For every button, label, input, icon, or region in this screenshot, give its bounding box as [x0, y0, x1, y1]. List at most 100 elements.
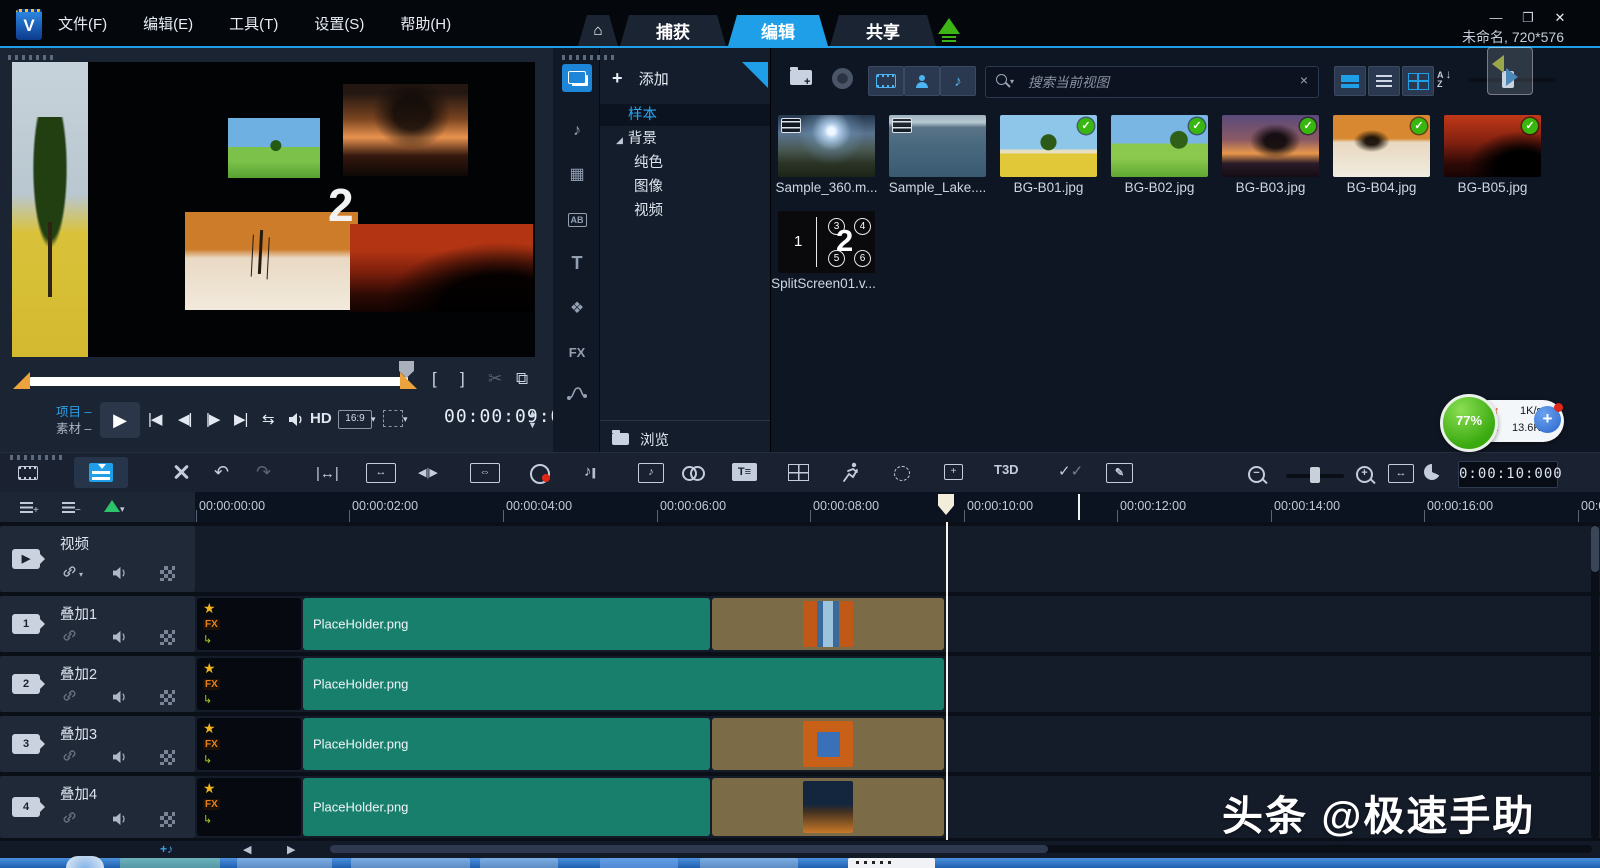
- library-item-thumb[interactable]: [778, 115, 875, 177]
- track-header-overlay3[interactable]: 3 叠加3: [0, 716, 195, 772]
- chroma-key-dropdown-icon[interactable]: ▾: [104, 500, 125, 515]
- link-dropdown-icon[interactable]: ▾: [79, 570, 83, 579]
- link-icon[interactable]: [62, 810, 77, 828]
- close-button[interactable]: ✕: [1548, 8, 1572, 28]
- minimize-button[interactable]: —: [1484, 8, 1508, 28]
- tab-edit[interactable]: 编辑: [728, 15, 828, 46]
- playhead-line[interactable]: [946, 522, 948, 840]
- fit-project-icon[interactable]: |↔|: [316, 465, 339, 482]
- mute-icon[interactable]: [112, 690, 128, 707]
- fit-timeline-icon[interactable]: ↔: [1388, 464, 1414, 483]
- panel-grip[interactable]: [8, 55, 56, 60]
- motion-tracking-icon[interactable]: [840, 461, 862, 486]
- tab-capture[interactable]: 捕获: [620, 15, 726, 46]
- filter-photos-button[interactable]: [904, 66, 940, 96]
- sound-mixer-icon[interactable]: ♪|||: [584, 463, 594, 480]
- aspect-ratio-select[interactable]: 16:9: [338, 410, 372, 429]
- clip-placeholder[interactable]: PlaceHolder.png: [303, 718, 710, 770]
- link-icon[interactable]: [62, 748, 77, 766]
- nav-item-sample[interactable]: 样本: [600, 104, 798, 126]
- audio-gallery-icon[interactable]: ♪: [562, 118, 592, 146]
- overlay-gallery-icon[interactable]: ❖: [562, 296, 592, 324]
- track-header-overlay2[interactable]: 2 叠加2: [0, 656, 195, 712]
- split-screen-icon[interactable]: [788, 464, 809, 484]
- menu-help[interactable]: 帮助(H): [400, 13, 451, 34]
- mask-creator-icon[interactable]: [894, 466, 910, 484]
- nav-item-background[interactable]: ◢背景: [600, 128, 786, 150]
- tool-dropdown-icon[interactable]: ▾: [403, 414, 408, 425]
- clip-customized[interactable]: ★ FX ↳: [197, 658, 301, 710]
- zoom-in-icon[interactable]: +: [1356, 466, 1373, 483]
- tab-share[interactable]: 共享: [830, 15, 936, 46]
- video-track-lane[interactable]: [195, 526, 1600, 592]
- clip-placeholder[interactable]: PlaceHolder.png: [303, 778, 710, 836]
- timeline-view-button[interactable]: [74, 457, 128, 488]
- track-transparency-icon[interactable]: [160, 690, 175, 705]
- instant-project-icon[interactable]: ▦: [562, 162, 592, 190]
- mute-icon[interactable]: [112, 566, 128, 583]
- duration-clock-icon[interactable]: [1424, 464, 1440, 480]
- view-list-button[interactable]: [1368, 66, 1400, 96]
- aspect-dropdown-icon[interactable]: ▾: [371, 414, 376, 425]
- play-button[interactable]: ▶: [100, 402, 140, 438]
- volume-icon[interactable]: [288, 412, 305, 430]
- clip-customized[interactable]: ★ FX ↳: [197, 598, 301, 650]
- split-clip-icon[interactable]: ✂: [488, 369, 502, 389]
- pin-panel-icon[interactable]: [742, 62, 768, 88]
- import-media-icon[interactable]: +: [790, 70, 812, 88]
- track-header-overlay1[interactable]: 1 叠加1: [0, 596, 195, 652]
- track-manager-add-icon[interactable]: +: [20, 501, 39, 516]
- link-icon[interactable]: [62, 628, 77, 646]
- view-detail-button[interactable]: [1334, 66, 1366, 96]
- taskbar-app-button[interactable]: [120, 858, 220, 868]
- menu-file[interactable]: 文件(F): [58, 13, 107, 34]
- menu-tools[interactable]: 工具(T): [229, 13, 278, 34]
- filter-audio-button[interactable]: ♪: [940, 66, 976, 96]
- search-clear-icon[interactable]: ×: [1300, 72, 1308, 88]
- scroll-left-icon[interactable]: ◀: [243, 843, 251, 856]
- clip-placeholder[interactable]: PlaceHolder.png: [303, 598, 710, 650]
- next-frame-icon[interactable]: |▶: [206, 410, 219, 428]
- scroll-right-icon[interactable]: ▶: [287, 843, 295, 856]
- skip-end-icon[interactable]: ▶|: [234, 410, 247, 428]
- tracks-vertical-scroll-thumb[interactable]: [1591, 526, 1599, 572]
- screenshot-floating-widget[interactable]: [1487, 47, 1533, 95]
- panel-grip[interactable]: [10, 455, 62, 460]
- filter-videos-button[interactable]: [868, 66, 904, 96]
- restore-button[interactable]: ❐: [1516, 8, 1540, 28]
- library-item-thumb[interactable]: 1 3 4 2 5 6: [778, 211, 875, 273]
- loop-icon[interactable]: ⇆: [262, 410, 275, 428]
- auto-music-icon[interactable]: ♪: [638, 463, 664, 483]
- skip-start-icon[interactable]: |◀: [148, 410, 161, 428]
- library-item-thumb[interactable]: ✓: [1444, 115, 1541, 177]
- transition-gallery-icon[interactable]: AB: [562, 206, 592, 234]
- view-grid-button[interactable]: [1402, 66, 1434, 96]
- selection-tool[interactable]: [383, 410, 403, 427]
- panel-grip[interactable]: [562, 55, 614, 60]
- mute-icon[interactable]: [112, 630, 128, 647]
- mode-clip[interactable]: 素材 –: [56, 421, 91, 437]
- sort-icon[interactable]: A↓ Z: [1437, 70, 1459, 92]
- multi-trim-icon[interactable]: ✎: [1106, 463, 1133, 483]
- record-capture-icon[interactable]: [832, 68, 853, 89]
- track-manager-remove-icon[interactable]: −: [62, 501, 81, 516]
- enlarge-preview-icon[interactable]: ⧉: [516, 369, 528, 389]
- overlay1-track-lane[interactable]: ★ FX ↳ PlaceHolder.png: [195, 596, 1600, 652]
- timeline-hscroll-thumb[interactable]: [330, 845, 1048, 853]
- mute-icon[interactable]: [112, 812, 128, 829]
- track-swap-icon[interactable]: ⇔: [470, 463, 500, 483]
- publish-arrow-icon[interactable]: [938, 18, 960, 34]
- link-icon[interactable]: [62, 564, 77, 582]
- media-gallery-icon[interactable]: [562, 64, 592, 92]
- memory-usage-ball[interactable]: 77%: [1440, 394, 1498, 452]
- clip-transition[interactable]: [712, 778, 944, 836]
- timeline-ruler[interactable]: 00:00:00:00 00:00:02:00 00:00:04:00 00:0…: [195, 492, 1600, 523]
- taskbar-app-button[interactable]: [700, 858, 798, 868]
- mark-in-button[interactable]: [: [432, 369, 437, 389]
- zoom-out-icon[interactable]: −: [1248, 466, 1265, 483]
- library-item-thumb[interactable]: ✓: [1333, 115, 1430, 177]
- ripple-edit-icon[interactable]: ◀|▶: [418, 466, 438, 479]
- taskbar-app-button[interactable]: [351, 858, 470, 868]
- motion-blur-icon[interactable]: [682, 466, 704, 480]
- taskbar-app-button[interactable]: [848, 858, 935, 868]
